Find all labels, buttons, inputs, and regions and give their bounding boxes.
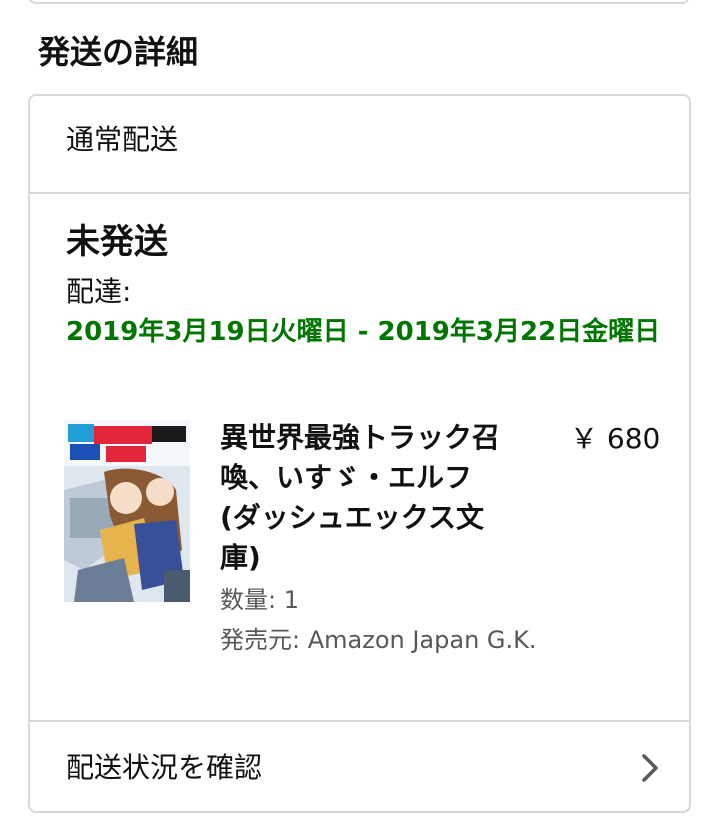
item-seller: 発売元: Amazon Japan G.K. [220,626,537,654]
shipment-status: 未発送 [66,222,168,262]
track-package-button[interactable]: 配送状況を確認 [30,720,689,811]
delivery-date-range: 2019年3月19日火曜日 - 2019年3月22日金曜日 [66,317,661,347]
book-cover-image[interactable] [64,420,190,602]
item-title-link[interactable]: 異世界最強トラック召喚、いすゞ・エルフ (ダッシュエックス文庫) [220,418,510,578]
shipping-method-row: 通常配送 [30,96,689,194]
item-price: ￥ 680 [570,422,661,455]
book-cover-illustration [64,420,190,602]
chevron-right-icon [642,754,658,782]
shipping-method-label: 通常配送 [66,123,179,156]
shipment-card: 通常配送 未発送 配達: 2019年3月19日火曜日 - 2019年3月22日金… [28,94,691,813]
track-package-label: 配送状況を確認 [66,751,263,784]
item-quantity: 数量: 1 [220,586,299,614]
delivery-label: 配達: [66,275,132,308]
section-title: 発送の詳細 [38,33,199,71]
previous-card-edge [28,0,690,4]
